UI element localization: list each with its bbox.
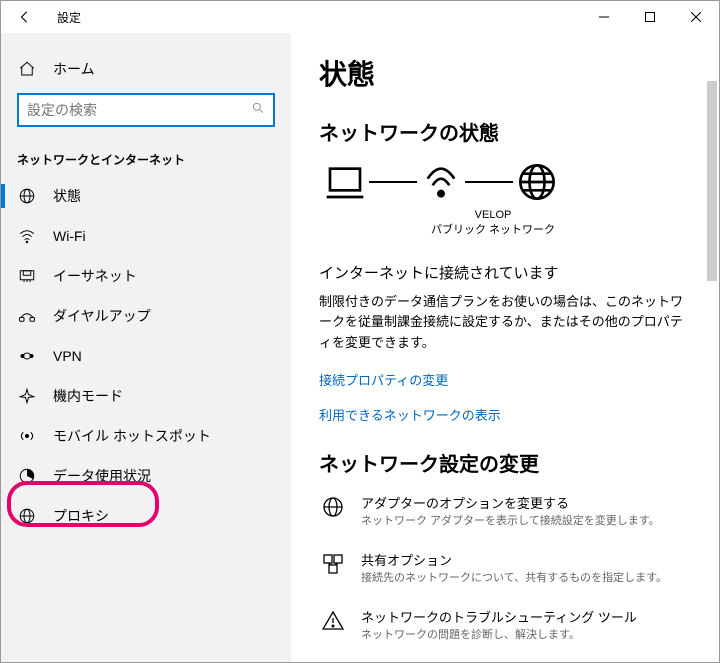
sidebar-item-label: プロキシ [53,506,109,526]
vpn-icon [17,346,37,366]
titlebar: 設定 [1,1,719,33]
window-title: 設定 [57,9,81,26]
sidebar-item-dialup[interactable]: ダイヤルアップ [1,296,291,336]
sidebar-item-label: データ使用状況 [53,466,151,486]
sidebar-item-label: イーサネット [53,266,137,286]
sharing-icon [319,550,347,585]
sidebar-item-label: 機内モード [53,386,123,406]
option-adapter[interactable]: アダプターのオプションを変更する ネットワーク アダプターを表示して接続設定を変… [319,493,691,528]
internet-globe-icon [517,162,557,202]
search-icon [251,101,265,120]
hotspot-icon [17,426,37,446]
minimize-button[interactable] [581,1,627,33]
globe-icon [17,186,37,206]
link-available-networks[interactable]: 利用できるネットワークの表示 [319,405,691,424]
option-sub: ネットワークの問題を診断し、解決します。 [361,626,637,642]
home-icon [17,59,37,79]
link-connection-properties[interactable]: 接続プロパティの変更 [319,370,691,389]
scrollbar[interactable] [707,81,717,658]
search-box[interactable] [17,93,275,127]
back-button[interactable] [9,1,41,33]
close-button[interactable] [673,1,719,33]
proxy-icon [17,506,37,526]
search-input[interactable] [27,102,251,118]
adapter-icon [319,493,347,528]
scroll-thumb[interactable] [707,81,717,281]
sidebar-item-proxy[interactable]: プロキシ [1,496,291,536]
sidebar-item-wifi[interactable]: Wi-Fi [1,216,291,256]
sidebar-item-ethernet[interactable]: イーサネット [1,256,291,296]
change-settings-heading: ネットワーク設定の変更 [319,448,691,477]
sidebar: ホーム ネットワークとインターネット 状態 Wi-Fi イーサネット ダイヤルア… [1,33,291,662]
sidebar-item-vpn[interactable]: VPN [1,336,291,376]
section-header: ネットワークとインターネット [1,143,291,176]
home-button[interactable]: ホーム [1,49,291,89]
sidebar-item-label: モバイル ホットスポット [53,426,211,446]
sidebar-item-airplane[interactable]: 機内モード [1,376,291,416]
option-title: アダプターのオプションを変更する [361,493,660,512]
sidebar-item-label: ダイヤルアップ [53,306,151,326]
ethernet-icon [17,266,37,286]
content-area: 状態 ネットワークの状態 VELOP パブリック ネットワーク インターネットに… [291,33,719,662]
airplane-icon [17,386,37,406]
sidebar-item-datausage[interactable]: データ使用状況 [1,456,291,496]
page-title: 状態 [319,53,691,93]
sidebar-item-label: VPN [53,348,82,364]
dialup-icon [17,306,37,326]
sidebar-item-status[interactable]: 状態 [1,176,291,216]
option-title: ネットワークのトラブルシューティング ツール [361,607,637,626]
maximize-button[interactable] [627,1,673,33]
sidebar-item-hotspot[interactable]: モバイル ホットスポット [1,416,291,456]
sidebar-item-label: Wi-Fi [53,228,86,244]
datausage-icon [17,466,37,486]
option-sharing[interactable]: 共有オプション 接続先のネットワークについて、共有するものを指定します。 [319,550,691,585]
pc-icon [325,162,365,202]
home-label: ホーム [53,59,95,79]
connected-description: 制限付きのデータ通信プランをお使いの場合は、このネットワークを従量制課金接続に設… [319,292,691,354]
sidebar-item-label: 状態 [53,186,81,206]
troubleshoot-icon [319,607,347,642]
option-troubleshoot[interactable]: ネットワークのトラブルシューティング ツール ネットワークの問題を診断し、解決し… [319,607,691,642]
wifi-icon [17,226,37,246]
connected-heading: インターネットに接続されています [319,262,691,286]
option-sub: 接続先のネットワークについて、共有するものを指定します。 [361,569,667,585]
wifi-router-icon [421,162,461,202]
network-caption: VELOP パブリック ネットワーク [413,208,573,238]
network-diagram [319,162,691,202]
option-title: 共有オプション [361,550,667,569]
option-sub: ネットワーク アダプターを表示して接続設定を変更します。 [361,512,660,528]
network-status-heading: ネットワークの状態 [319,117,691,146]
